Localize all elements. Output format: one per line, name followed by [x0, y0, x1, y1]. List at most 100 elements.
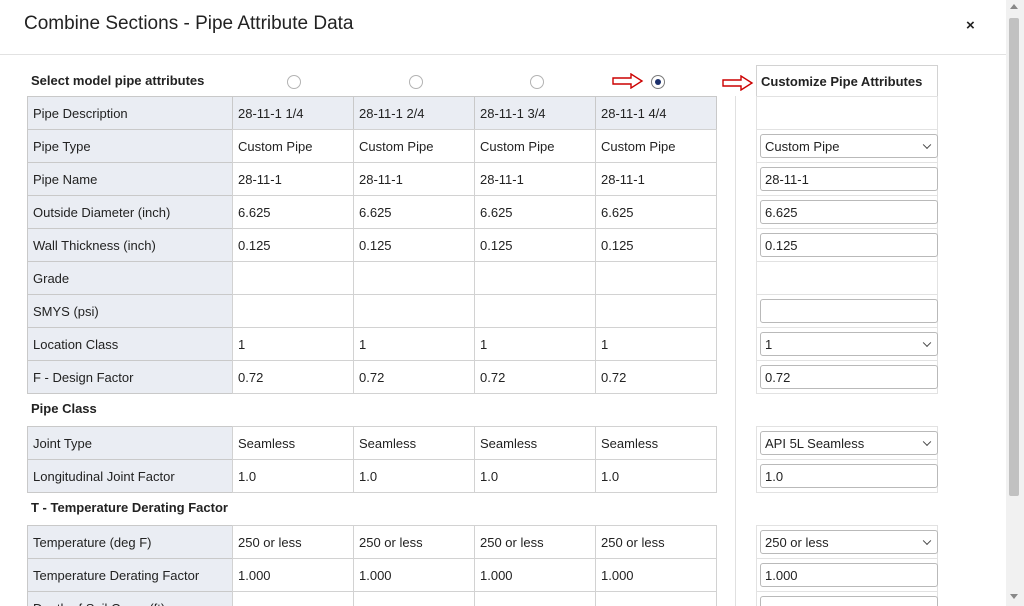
attribute-label: Temperature Derating Factor [27, 558, 233, 592]
attribute-label: Location Class [27, 327, 233, 361]
table-cell [474, 591, 596, 606]
table-cell [595, 294, 717, 328]
table-cell: 28-11-1 1/4 [232, 96, 354, 130]
customize-cell [756, 261, 938, 295]
table-cell: 1 [232, 327, 354, 361]
model-select-radio[interactable] [651, 75, 665, 89]
table-cell: 28-11-1 [353, 162, 475, 196]
customize-input[interactable]: 0.125 [760, 233, 938, 257]
customize-select[interactable]: API 5L Seamless [760, 431, 938, 455]
table-cell: 28-11-1 3/4 [474, 96, 596, 130]
table-cell: 28-11-1 2/4 [353, 96, 475, 130]
close-icon[interactable]: × [966, 17, 975, 34]
table-cell: 0.125 [474, 228, 596, 262]
customize-input[interactable]: 6.625 [760, 200, 938, 224]
table-cell: 6.625 [595, 195, 717, 229]
table-cell: 1.000 [595, 558, 717, 592]
attribute-label: Depth of Soil Cover (ft) [27, 591, 233, 606]
table-cell [232, 261, 354, 295]
table-cell: 28-11-1 [232, 162, 354, 196]
attribute-label: Grade [27, 261, 233, 295]
customize-cell [756, 96, 938, 130]
table-cell: 0.125 [595, 228, 717, 262]
table-cell: 28-11-1 [474, 162, 596, 196]
table-cell: 1.000 [353, 558, 475, 592]
table-cell: 250 or less [232, 525, 354, 559]
table-cell: 0.125 [232, 228, 354, 262]
table-cell: 0.72 [595, 360, 717, 394]
table-cell: Seamless [232, 426, 354, 460]
table-cell: 1.0 [474, 459, 596, 493]
customize-input[interactable] [760, 596, 938, 606]
customize-select[interactable]: Custom Pipe [760, 134, 938, 158]
table-cell [595, 591, 717, 606]
attribute-label: Pipe Description [27, 96, 233, 130]
table-cell [232, 294, 354, 328]
select-model-label: Select model pipe attributes [31, 73, 205, 88]
section-heading: T - Temperature Derating Factor [31, 500, 228, 515]
table-cell: 28-11-1 [595, 162, 717, 196]
table-cell [595, 261, 717, 295]
table-cell: 0.72 [232, 360, 354, 394]
table-cell: Custom Pipe [232, 129, 354, 163]
scroll-up-icon[interactable] [1010, 4, 1018, 9]
table-cell: Seamless [353, 426, 475, 460]
attribute-label: Pipe Name [27, 162, 233, 196]
scroll-down-icon[interactable] [1010, 594, 1018, 599]
table-cell: 1.0 [595, 459, 717, 493]
table-cell: Seamless [474, 426, 596, 460]
attribute-label: Longitudinal Joint Factor [27, 459, 233, 493]
table-cell: 250 or less [353, 525, 475, 559]
table-cell: 1 [474, 327, 596, 361]
table-cell: 28-11-1 4/4 [595, 96, 717, 130]
model-select-radio[interactable] [530, 75, 544, 89]
table-cell: 1 [353, 327, 475, 361]
table-cell: 6.625 [353, 195, 475, 229]
table-cell: 0.125 [353, 228, 475, 262]
right-arrow-icon [722, 75, 754, 91]
table-cell: 1.0 [353, 459, 475, 493]
table-cell: Custom Pipe [353, 129, 475, 163]
table-cell: 1.0 [232, 459, 354, 493]
table-cell: 1 [595, 327, 717, 361]
table-cell [474, 261, 596, 295]
table-cell: 1.000 [474, 558, 596, 592]
attribute-label: Temperature (deg F) [27, 525, 233, 559]
table-cell: 6.625 [474, 195, 596, 229]
column-divider [735, 96, 736, 606]
model-select-radio[interactable] [409, 75, 423, 89]
customize-input[interactable]: 1.000 [760, 563, 938, 587]
table-cell: 1.000 [232, 558, 354, 592]
attribute-label: F - Design Factor [27, 360, 233, 394]
attribute-label: Wall Thickness (inch) [27, 228, 233, 262]
attribute-label: Pipe Type [27, 129, 233, 163]
attribute-label: SMYS (psi) [27, 294, 233, 328]
customize-input[interactable]: 28-11-1 [760, 167, 938, 191]
table-cell: 250 or less [474, 525, 596, 559]
attribute-label: Joint Type [27, 426, 233, 460]
attribute-label: Outside Diameter (inch) [27, 195, 233, 229]
table-cell [232, 591, 354, 606]
table-cell [353, 261, 475, 295]
table-cell: 250 or less [595, 525, 717, 559]
table-cell: Custom Pipe [595, 129, 717, 163]
combine-sections-dialog: Combine Sections - Pipe Attribute Data ×… [0, 0, 1006, 606]
scrollbar-thumb[interactable] [1009, 18, 1019, 496]
customize-select[interactable]: 250 or less [760, 530, 938, 554]
dialog-header: Combine Sections - Pipe Attribute Data × [0, 0, 1006, 55]
table-cell [353, 591, 475, 606]
table-cell: Seamless [595, 426, 717, 460]
customize-pipe-attributes-label: Customize Pipe Attributes [761, 73, 923, 89]
table-cell [353, 294, 475, 328]
table-cell: 0.72 [353, 360, 475, 394]
customize-input[interactable]: 1.0 [760, 464, 938, 488]
dialog-title: Combine Sections - Pipe Attribute Data [24, 13, 354, 34]
table-cell: 6.625 [232, 195, 354, 229]
model-select-radio[interactable] [287, 75, 301, 89]
customize-select[interactable]: 1 [760, 332, 938, 356]
right-arrow-icon [612, 73, 644, 89]
section-heading: Pipe Class [31, 401, 97, 416]
customize-input[interactable]: 0.72 [760, 365, 938, 389]
customize-input[interactable] [760, 299, 938, 323]
table-cell: 0.72 [474, 360, 596, 394]
